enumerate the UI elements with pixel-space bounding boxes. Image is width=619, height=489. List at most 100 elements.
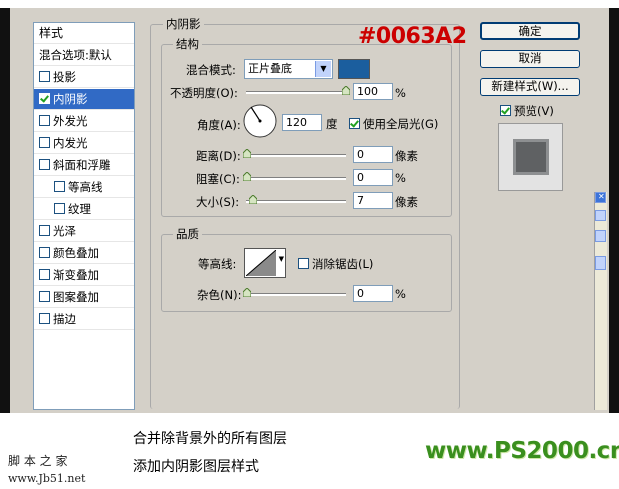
scroll-thumb-2[interactable] (595, 256, 606, 270)
close-icon[interactable]: ✕ (595, 192, 606, 203)
watermark-jb51-url: www.Jb51.net (8, 472, 86, 485)
opacity-slider-thumb[interactable] (342, 86, 350, 95)
style-item-checkbox[interactable] (39, 225, 50, 236)
style-item[interactable]: 外发光 (34, 111, 134, 132)
chevron-down-icon: ▼ (278, 255, 284, 263)
style-item[interactable]: 描边 (34, 309, 134, 330)
distance-slider-thumb[interactable] (243, 149, 251, 158)
style-item-checkbox[interactable] (39, 93, 50, 104)
noise-label: 杂色(N): (197, 288, 242, 302)
background-strip-right (609, 8, 619, 413)
style-item-label: 纹理 (68, 202, 91, 216)
size-slider-thumb[interactable] (249, 195, 257, 204)
opacity-unit: % (395, 86, 406, 100)
choke-label: 阻塞(C): (196, 172, 240, 186)
preview-thumbnail (498, 123, 563, 191)
style-item-label: 混合选项:默认 (39, 48, 112, 62)
watermark-jb51-title: 脚 本 之 家 (8, 454, 68, 468)
style-item-label: 内阴影 (53, 92, 88, 106)
style-item-label: 描边 (53, 312, 76, 326)
style-item-label: 等高线 (68, 180, 103, 194)
styles-header: 样式 (34, 23, 134, 44)
blend-mode-label: 混合模式: (186, 63, 236, 77)
style-item-checkbox[interactable] (39, 159, 50, 170)
noise-input[interactable]: 0 (353, 285, 393, 302)
style-item-checkbox[interactable] (39, 71, 50, 82)
cancel-button[interactable]: 取消 (480, 50, 580, 68)
opacity-slider-track[interactable] (246, 91, 346, 94)
quality-title: 品质 (173, 226, 202, 242)
global-light-option[interactable]: 使用全局光(G) (349, 116, 438, 132)
style-item[interactable]: 颜色叠加 (34, 243, 134, 264)
style-item[interactable]: 内发光 (34, 133, 134, 154)
style-item-checkbox[interactable] (39, 115, 50, 126)
style-item[interactable]: 图案叠加 (34, 287, 134, 308)
style-item-checkbox[interactable] (54, 181, 65, 192)
contour-label: 等高线: (198, 257, 237, 271)
style-item[interactable]: 光泽 (34, 221, 134, 242)
watermark-ps2000: www.PS2000.cn (425, 438, 619, 464)
choke-unit: % (395, 171, 406, 185)
choke-slider-track[interactable] (246, 177, 346, 180)
style-item[interactable]: 纹理 (34, 199, 134, 220)
style-item-checkbox[interactable] (39, 137, 50, 148)
caption-line-1: 合并除背景外的所有图层 (133, 431, 287, 447)
contour-picker[interactable]: ▼ (244, 248, 286, 278)
scroll-thumb[interactable] (595, 230, 606, 242)
angle-label: 角度(A): (197, 118, 241, 132)
style-item-label: 光泽 (53, 224, 76, 238)
size-input[interactable]: 7 (353, 192, 393, 209)
preview-option[interactable]: 预览(V) (500, 103, 554, 119)
choke-slider-thumb[interactable] (243, 172, 251, 181)
angle-dial[interactable] (243, 104, 277, 138)
global-light-checkbox[interactable] (349, 118, 360, 129)
structure-title: 结构 (173, 36, 202, 52)
distance-input[interactable]: 0 (353, 146, 393, 163)
background-scrollbar[interactable]: ✕ (594, 192, 607, 410)
style-item-label: 斜面和浮雕 (53, 158, 111, 172)
anti-alias-checkbox[interactable] (298, 258, 309, 269)
style-item-checkbox[interactable] (39, 269, 50, 280)
blend-mode-value: 正片叠底 (248, 62, 292, 75)
distance-label: 距离(D): (196, 149, 241, 163)
style-item[interactable]: 斜面和浮雕 (34, 155, 134, 176)
style-item-label: 投影 (53, 70, 76, 84)
size-slider-track[interactable] (246, 200, 346, 203)
style-item[interactable]: 等高线 (34, 177, 134, 198)
style-item[interactable]: 渐变叠加 (34, 265, 134, 286)
anti-alias-label: 消除锯齿(L) (312, 257, 374, 271)
style-item-checkbox[interactable] (39, 313, 50, 324)
style-item[interactable]: 投影 (34, 67, 134, 88)
style-item-checkbox[interactable] (39, 291, 50, 302)
size-unit: 像素 (395, 195, 418, 209)
style-item-label: 内发光 (53, 136, 88, 150)
style-item[interactable]: 内阴影 (34, 89, 134, 110)
distance-unit: 像素 (395, 149, 418, 163)
size-label: 大小(S): (196, 195, 240, 209)
chevron-down-icon: ▼ (315, 61, 331, 77)
preview-checkbox[interactable] (500, 105, 511, 116)
preview-swatch (513, 139, 549, 175)
style-item-label: 渐变叠加 (53, 268, 99, 282)
contour-preview-icon (246, 250, 276, 276)
noise-slider-thumb[interactable] (243, 288, 251, 297)
style-item-label: 颜色叠加 (53, 246, 99, 260)
arrow-right-icon[interactable] (595, 210, 606, 221)
style-item-checkbox[interactable] (54, 203, 65, 214)
angle-input[interactable]: 120 (282, 114, 322, 131)
ok-button[interactable]: 确定 (480, 22, 580, 40)
choke-input[interactable]: 0 (353, 169, 393, 186)
style-item-label: 外发光 (53, 114, 88, 128)
anti-alias-option[interactable]: 消除锯齿(L) (298, 256, 373, 272)
noise-unit: % (395, 287, 406, 301)
style-item-checkbox[interactable] (39, 247, 50, 258)
noise-slider-track[interactable] (246, 293, 346, 296)
new-style-button[interactable]: 新建样式(W)... (480, 78, 580, 96)
blend-mode-select[interactable]: 正片叠底 ▼ (244, 59, 333, 79)
distance-slider-track[interactable] (246, 154, 346, 157)
shadow-color-swatch[interactable] (338, 59, 370, 79)
opacity-input[interactable]: 100 (353, 83, 393, 100)
opacity-label: 不透明度(O): (170, 86, 238, 100)
background-strip-left (0, 8, 10, 413)
style-item[interactable]: 混合选项:默认 (34, 45, 134, 66)
